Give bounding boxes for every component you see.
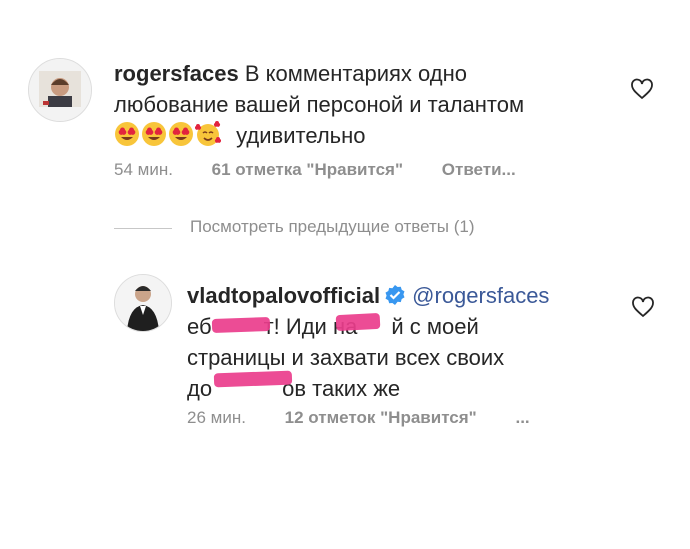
verified-badge-icon: [385, 285, 405, 305]
avatar[interactable]: [114, 274, 172, 332]
comment-meta: 54 мин. 61 отметка "Нравится" Ответи...: [114, 160, 516, 180]
heart-eyes-emoji-icon: [115, 122, 139, 146]
censor-scribble: [213, 370, 293, 388]
comment-text-line1: rogersfaces В комментариях одно: [114, 61, 467, 86]
replies-divider: [114, 228, 172, 229]
censor-scribble: [211, 316, 271, 334]
comment-text-line3: страницы и захвати всех своих: [187, 345, 505, 370]
likes-count[interactable]: 12 отметок "Нравится": [285, 408, 477, 427]
reply-button[interactable]: Ответи...: [442, 160, 516, 179]
view-previous-replies-button[interactable]: Посмотреть предыдущие ответы (1): [190, 217, 475, 237]
mention-link[interactable]: @rogersfaces: [412, 283, 549, 308]
username[interactable]: rogersfaces: [114, 61, 239, 86]
comment-time: 54 мин.: [114, 160, 173, 179]
smiling-face-with-hearts-emoji-icon: [195, 121, 221, 146]
likes-count[interactable]: 61 отметка "Нравится": [212, 160, 403, 179]
comment-time: 26 мин.: [187, 408, 246, 427]
comment-text-line1: vladtopalovofficial @rogersfaces: [187, 280, 627, 311]
heart-eyes-emoji-icon: [169, 122, 193, 146]
censor-scribble: [335, 312, 381, 332]
comment-text-line2: любование вашей персоной и талантом: [114, 92, 525, 117]
more-options-button[interactable]: ...: [515, 408, 529, 427]
username[interactable]: vladtopalovofficial: [187, 283, 380, 308]
avatar-image: [115, 275, 171, 331]
heart-eyes-emoji-icon: [142, 122, 166, 146]
comment-text-line3: удивительно: [114, 120, 634, 151]
avatar-image: [29, 59, 91, 121]
like-heart-icon[interactable]: [630, 78, 654, 100]
comment-meta: 26 мин. 12 отметок "Нравится" ...: [187, 408, 530, 428]
avatar[interactable]: [28, 58, 92, 122]
like-heart-icon[interactable]: [631, 296, 655, 318]
